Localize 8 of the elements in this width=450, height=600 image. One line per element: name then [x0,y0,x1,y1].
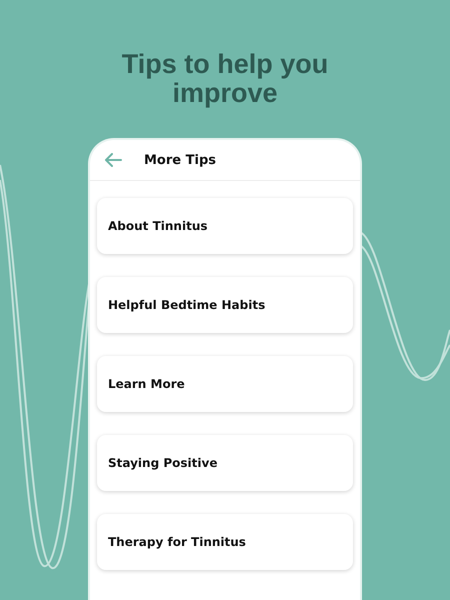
tip-card[interactable]: Helpful Bedtime Habits [97,277,353,333]
tip-card[interactable]: Therapy for Tinnitus [97,514,353,570]
tip-card[interactable]: Staying Positive [97,435,353,491]
tip-card[interactable]: Learn More [97,356,353,412]
tip-card[interactable]: About Tinnitus [97,198,353,254]
headline: Tips to help you improve [120,48,330,108]
screen-title: More Tips [144,152,216,168]
back-arrow-icon[interactable] [104,153,122,167]
